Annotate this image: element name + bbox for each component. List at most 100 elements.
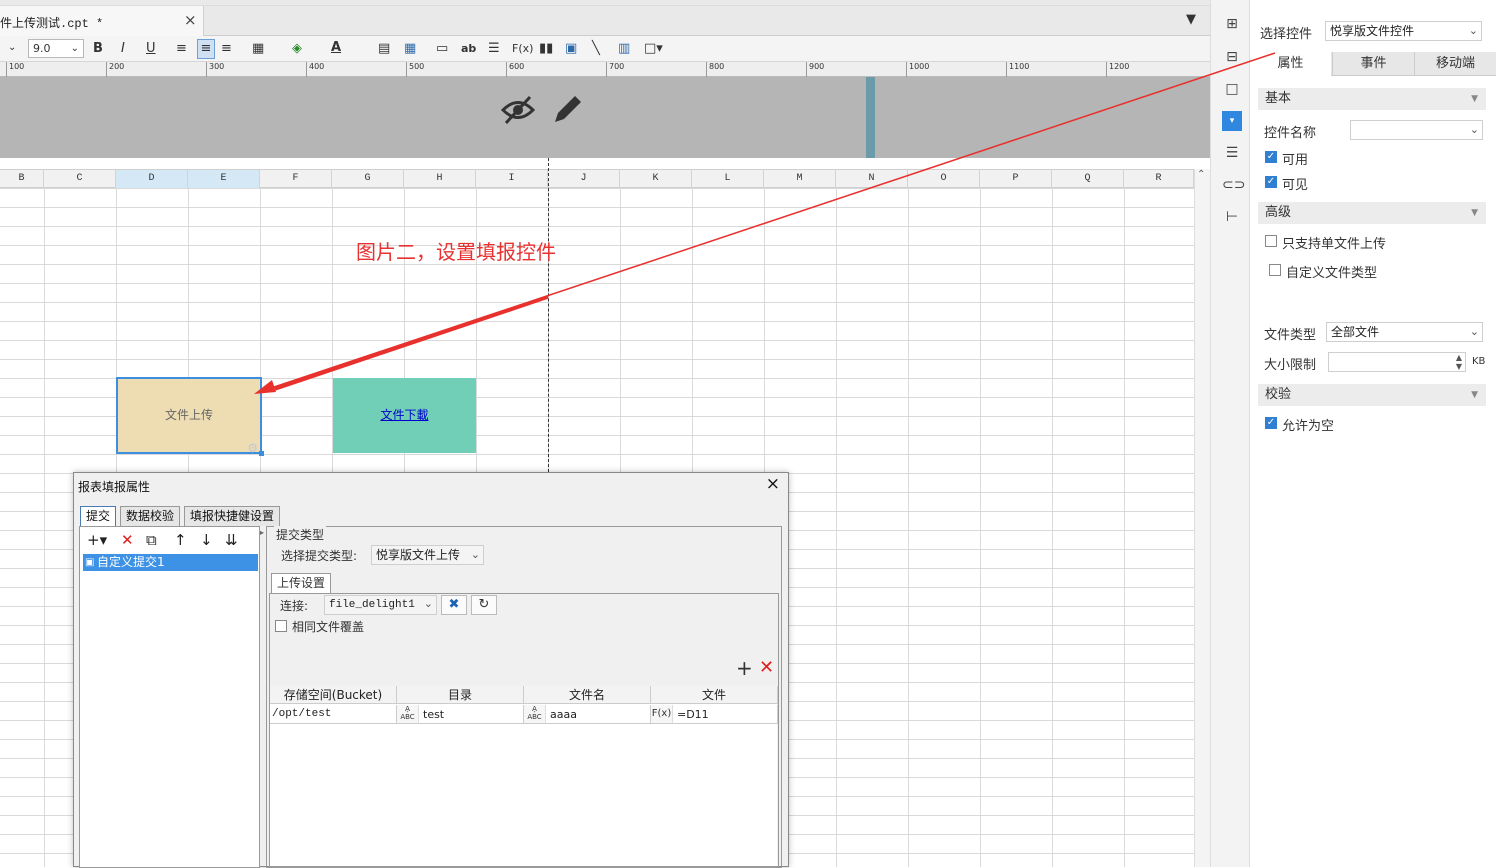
stepper-icon[interactable]: ▲ ▼ [1456,353,1462,371]
link-icon[interactable]: ⊂⊃ [1222,175,1245,195]
single-upload-checkbox[interactable] [1265,235,1277,247]
delete-row-icon[interactable]: ✕ [759,658,774,678]
widget-settings-icon[interactable]: ▾ [1222,111,1242,131]
col-header[interactable]: P [980,170,1052,188]
resize-handle[interactable] [259,451,264,456]
chevron-down-icon[interactable]: ⌄ [71,40,79,57]
sort-icon[interactable]: ⇊ [225,531,238,549]
col-header[interactable]: C [44,170,116,188]
col-header[interactable]: O [908,170,980,188]
chevron-down-icon[interactable]: ▼ [1471,88,1478,110]
bucket-cell[interactable]: /opt/test [270,705,397,724]
chevron-down-icon[interactable]: ⌄ [1470,121,1479,139]
chevron-down-icon[interactable]: ⌄ [1470,323,1479,341]
tab-properties[interactable]: 属性 [1250,52,1331,76]
text-type-icon[interactable]: A͎ ABC [524,705,546,723]
custom-type-checkbox[interactable] [1269,264,1281,276]
tree-icon[interactable]: ⊢ [1222,207,1242,227]
file-tab[interactable]: 件上传测试.cpt * × [0,6,204,36]
section-basic[interactable]: 基本 ▼ [1258,88,1486,110]
gear-icon[interactable]: ⚙ [247,442,258,454]
col-header[interactable]: J [548,170,620,188]
enabled-checkbox[interactable]: ✓ [1265,151,1277,163]
paragraph-icon[interactable]: ☰ [488,40,500,58]
col-header[interactable]: M [764,170,836,188]
font-size-select[interactable]: 9.0 ⌄ [28,39,84,58]
grid-icon[interactable]: ▦ [404,40,416,58]
col-header[interactable]: I [476,170,548,188]
connection-select[interactable]: file_delight1 ⌄ [324,595,437,615]
chevron-down-icon[interactable]: ⌄ [424,596,433,614]
col-header[interactable]: D [116,170,188,188]
visible-checkbox[interactable]: ✓ [1265,176,1277,188]
section-verify[interactable]: 校验 ▼ [1258,384,1486,406]
merge-icon[interactable]: ▤ [378,40,390,58]
chevron-down-icon[interactable]: ⌄ [1469,22,1478,40]
chevron-down-icon[interactable]: ⌄ [471,546,480,564]
hide-icon[interactable] [500,93,536,127]
close-tab-icon[interactable]: × [184,11,197,29]
submit-type-select[interactable]: 悦享版文件上传 ⌄ [371,545,484,565]
pin-icon[interactable]: ▼ [1186,12,1196,27]
underline-button[interactable]: U [146,40,156,58]
slash-icon[interactable]: ╲ [592,40,600,58]
italic-button[interactable]: I [121,40,125,58]
col-header[interactable]: L [692,170,764,188]
close-icon[interactable]: × [766,474,780,494]
list-item[interactable]: ▣ 自定义提交1 [83,554,258,571]
formula-type-icon[interactable]: F(x) [651,705,673,723]
tab-data-verify[interactable]: 数据校验 [120,506,181,526]
border-icon[interactable]: ▦ [252,40,264,58]
frame-icon[interactable]: □▾ [644,40,663,58]
download-cell-text[interactable]: 文件下載 [380,408,428,422]
chevron-down-icon[interactable]: ⌄ [8,39,16,57]
text-button[interactable]: ab [461,40,476,58]
move-up-icon[interactable]: ↑ [174,531,187,549]
add-row-icon[interactable]: + [736,658,753,678]
size-limit-field[interactable]: ▲ ▼ [1328,352,1466,372]
file-type-select[interactable]: 全部文件 ⌄ [1326,322,1483,342]
insert-row-icon[interactable]: ▭ [436,40,448,58]
move-down-icon[interactable]: ↓ [200,531,213,549]
copy-icon[interactable]: ⧉ [146,531,157,549]
tab-shortcut[interactable]: 填报快捷健设置 [184,506,281,526]
allow-empty-checkbox[interactable]: ✓ [1265,417,1277,429]
file-cell[interactable]: F(x) =D11 [651,705,778,724]
col-header[interactable]: E [188,170,260,188]
chevron-down-icon[interactable]: ▼ [1471,384,1478,406]
download-cell[interactable]: 文件下載 [333,378,476,453]
frame-icon[interactable]: □ [1222,79,1242,99]
image-icon[interactable]: ▣ [565,40,577,58]
tab-upload-settings[interactable]: 上传设置 [271,573,332,593]
add-icon[interactable]: +▾ [87,531,107,549]
refresh-icon[interactable]: ↻ [471,595,497,615]
splitter-icon[interactable]: ▸ [260,528,264,537]
chart-icon[interactable]: ▮▮ [539,40,553,58]
edit-connection-icon[interactable]: ✖ [441,595,467,615]
tab-submit[interactable]: 提交 [80,506,117,526]
section-advanced[interactable]: 高级 ▼ [1258,202,1486,224]
widget-type-select[interactable]: 悦享版文件控件 ⌄ [1325,21,1482,41]
upload-widget-cell[interactable]: 文件上传 ⚙ [116,377,264,456]
delete-icon[interactable]: ✕ [121,531,134,549]
tab-mobile[interactable]: 移动端 [1414,52,1496,76]
text-type-icon[interactable]: A͎ ABC [397,705,419,723]
col-header[interactable]: K [620,170,692,188]
condition-icon[interactable]: ☰ [1222,143,1242,163]
overwrite-checkbox[interactable] [275,620,287,632]
col-header[interactable]: H [404,170,476,188]
filename-cell[interactable]: A͎ ABC aaaa [524,705,651,724]
tab-events[interactable]: 事件 [1332,52,1414,76]
bold-button[interactable]: B [93,40,103,58]
vertical-scrollbar[interactable]: ⌃ [1194,169,1210,867]
chevron-up-icon[interactable]: ⌃ [1197,169,1205,180]
col-header[interactable]: B [0,170,44,188]
col-header[interactable]: G [332,170,404,188]
col-header[interactable]: Q [1052,170,1124,188]
align-center-icon[interactable]: ≡ [197,39,215,59]
widget-name-field[interactable]: ⌄ [1350,120,1483,140]
chevron-down-icon[interactable]: ▼ [1471,202,1478,224]
align-left-icon[interactable]: ≡ [176,40,187,58]
edit-icon[interactable] [551,92,585,126]
col-header[interactable]: F [260,170,332,188]
